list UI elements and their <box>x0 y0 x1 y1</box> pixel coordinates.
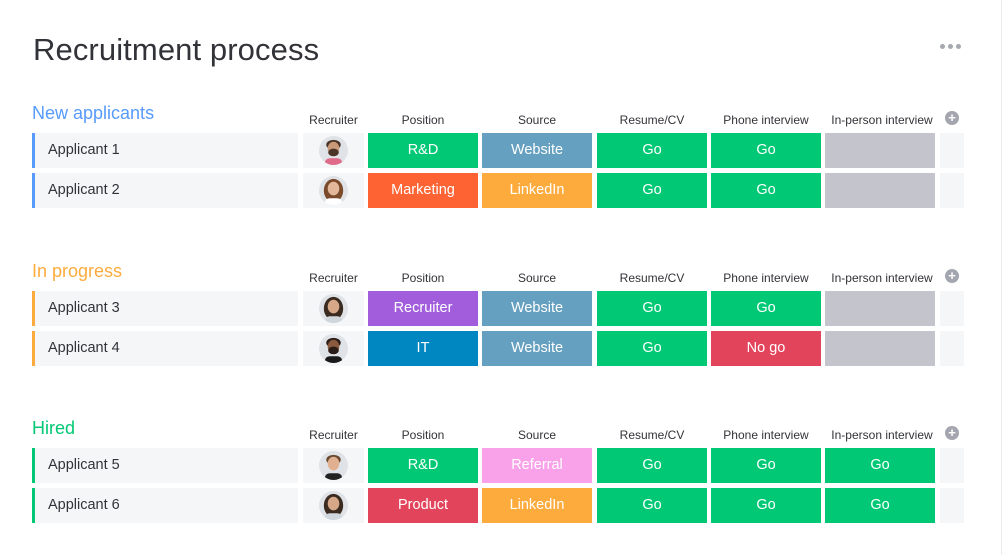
empty-cell <box>940 173 964 208</box>
table-row: Applicant 3 Recruiter Website Go Go <box>32 291 964 326</box>
column-header-resume[interactable]: Resume/CV <box>597 428 707 442</box>
more-dot <box>956 43 961 49</box>
page-title: Recruitment process <box>33 32 320 67</box>
phone-interview-status-cell[interactable]: Go <box>711 488 821 523</box>
empty-cell <box>940 291 964 326</box>
avatar <box>319 294 348 323</box>
in-person-interview-status-cell[interactable]: Go <box>825 448 935 483</box>
panel-border <box>1001 0 1002 555</box>
column-header-source[interactable]: Source <box>482 271 592 285</box>
applicant-name-cell[interactable]: Applicant 6 <box>32 488 298 523</box>
applicant-name-cell[interactable]: Applicant 2 <box>32 173 298 208</box>
column-header-recruiter[interactable]: Recruiter <box>303 271 364 285</box>
phone-interview-status-cell[interactable]: Go <box>711 173 821 208</box>
position-cell[interactable]: Recruiter <box>368 291 478 326</box>
group-header: Hired Recruiter Position Source Resume/C… <box>32 418 964 448</box>
group-header: New applicants Recruiter Position Source… <box>32 103 964 133</box>
column-header-position[interactable]: Position <box>368 271 478 285</box>
column-header-in-person-interview[interactable]: In-person interview <box>825 428 939 442</box>
group-hired: Hired Recruiter Position Source Resume/C… <box>32 418 964 523</box>
avatar <box>319 136 348 165</box>
add-column-button[interactable]: + <box>945 426 959 440</box>
resume-status-cell[interactable]: Go <box>597 291 707 326</box>
recruiter-cell[interactable] <box>303 488 364 523</box>
avatar <box>319 334 348 363</box>
resume-status-cell[interactable]: Go <box>597 173 707 208</box>
resume-status-cell[interactable]: Go <box>597 133 707 168</box>
resume-status-cell[interactable]: Go <box>597 331 707 366</box>
source-cell[interactable]: LinkedIn <box>482 173 592 208</box>
add-column-button[interactable]: + <box>945 111 959 125</box>
in-person-interview-status-cell[interactable] <box>825 173 935 208</box>
phone-interview-status-cell[interactable]: Go <box>711 448 821 483</box>
group-header: In progress Recruiter Position Source Re… <box>32 261 964 291</box>
group-title[interactable]: Hired <box>32 418 75 439</box>
resume-status-cell[interactable]: Go <box>597 448 707 483</box>
empty-cell <box>940 133 964 168</box>
column-header-source[interactable]: Source <box>482 113 592 127</box>
group-in-progress: In progress Recruiter Position Source Re… <box>32 261 964 366</box>
column-header-position[interactable]: Position <box>368 113 478 127</box>
column-header-phone-interview[interactable]: Phone interview <box>711 113 821 127</box>
column-header-recruiter[interactable]: Recruiter <box>303 113 364 127</box>
source-cell[interactable]: Referral <box>482 448 592 483</box>
position-cell[interactable]: Marketing <box>368 173 478 208</box>
in-person-interview-status-cell[interactable]: Go <box>825 488 935 523</box>
plus-circle-icon: + <box>948 268 956 283</box>
group-title[interactable]: In progress <box>32 261 122 282</box>
recruiter-cell[interactable] <box>303 173 364 208</box>
column-header-in-person-interview[interactable]: In-person interview <box>825 271 939 285</box>
position-cell[interactable]: Product <box>368 488 478 523</box>
applicant-name-cell[interactable]: Applicant 1 <box>32 133 298 168</box>
position-cell[interactable]: R&D <box>368 448 478 483</box>
more-options-button[interactable] <box>940 40 964 52</box>
more-horizontal-icon <box>940 43 945 49</box>
plus-circle-icon: + <box>948 110 956 125</box>
plus-circle-icon: + <box>948 425 956 440</box>
position-cell[interactable]: R&D <box>368 133 478 168</box>
column-header-in-person-interview[interactable]: In-person interview <box>825 113 939 127</box>
table-row: Applicant 5 R&D Referral Go Go Go <box>32 448 964 483</box>
empty-cell <box>940 448 964 483</box>
empty-cell <box>940 488 964 523</box>
table-row: Applicant 6 Product LinkedIn Go Go Go <box>32 488 964 523</box>
column-header-position[interactable]: Position <box>368 428 478 442</box>
source-cell[interactable]: Website <box>482 133 592 168</box>
applicant-name-cell[interactable]: Applicant 4 <box>32 331 298 366</box>
resume-status-cell[interactable]: Go <box>597 488 707 523</box>
in-person-interview-status-cell[interactable] <box>825 331 935 366</box>
phone-interview-status-cell[interactable]: Go <box>711 133 821 168</box>
recruiter-cell[interactable] <box>303 291 364 326</box>
recruiter-cell[interactable] <box>303 133 364 168</box>
avatar <box>319 451 348 480</box>
phone-interview-status-cell[interactable]: No go <box>711 331 821 366</box>
add-column-button[interactable]: + <box>945 269 959 283</box>
more-dot <box>948 43 953 49</box>
applicant-name-cell[interactable]: Applicant 5 <box>32 448 298 483</box>
applicant-name-cell[interactable]: Applicant 3 <box>32 291 298 326</box>
table-row: Applicant 4 IT Website Go No go <box>32 331 964 366</box>
column-header-phone-interview[interactable]: Phone interview <box>711 271 821 285</box>
source-cell[interactable]: LinkedIn <box>482 488 592 523</box>
phone-interview-status-cell[interactable]: Go <box>711 291 821 326</box>
in-person-interview-status-cell[interactable] <box>825 291 935 326</box>
table-row: Applicant 2 Marketing LinkedIn Go Go <box>32 173 964 208</box>
column-header-resume[interactable]: Resume/CV <box>597 113 707 127</box>
position-cell[interactable]: IT <box>368 331 478 366</box>
source-cell[interactable]: Website <box>482 331 592 366</box>
table-row: Applicant 1 R&D Website Go Go <box>32 133 964 168</box>
source-cell[interactable]: Website <box>482 291 592 326</box>
column-header-recruiter[interactable]: Recruiter <box>303 428 364 442</box>
column-header-phone-interview[interactable]: Phone interview <box>711 428 821 442</box>
column-header-resume[interactable]: Resume/CV <box>597 271 707 285</box>
recruiter-cell[interactable] <box>303 331 364 366</box>
group-new-applicants: New applicants Recruiter Position Source… <box>32 103 964 208</box>
group-title[interactable]: New applicants <box>32 103 154 124</box>
empty-cell <box>940 331 964 366</box>
avatar <box>319 491 348 520</box>
column-header-source[interactable]: Source <box>482 428 592 442</box>
avatar <box>319 176 348 205</box>
recruiter-cell[interactable] <box>303 448 364 483</box>
in-person-interview-status-cell[interactable] <box>825 133 935 168</box>
